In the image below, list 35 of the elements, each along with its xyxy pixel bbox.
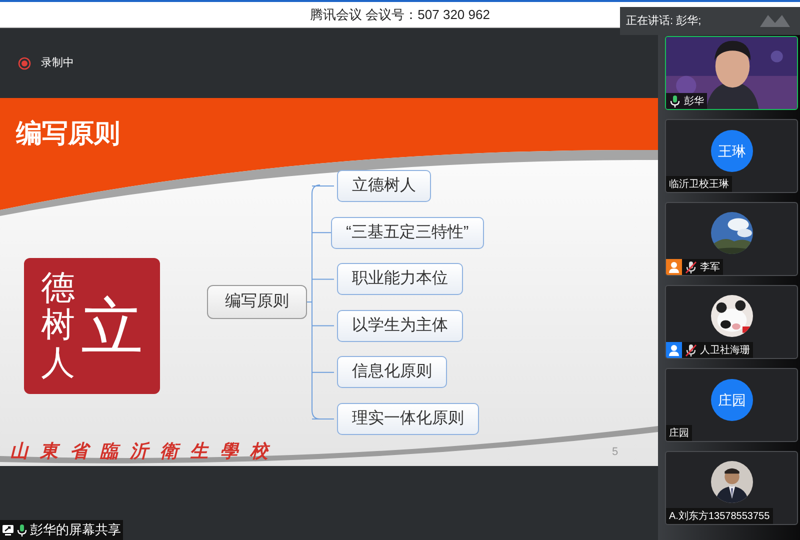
mind-map-root: 编写原则 — [207, 285, 307, 319]
participant-name: 李军 — [700, 260, 720, 274]
page-number: 5 — [612, 445, 618, 460]
participant-name: 临沂卫校王琳 — [669, 178, 729, 192]
participant-name: 人卫社海珊 — [700, 344, 750, 358]
mind-map-node: 理实一体化原则 — [337, 403, 479, 435]
mind-map-node: 立德树人 — [337, 170, 431, 202]
mind-map-node: 以学生为主体 — [337, 310, 463, 342]
avatar-initials: 庄园 — [711, 379, 753, 421]
mind-map-node: 职业能力本位 — [337, 263, 463, 296]
participant-name: 彭华 — [684, 94, 704, 108]
mic-icon — [669, 94, 681, 108]
muted-mic-icon — [685, 344, 697, 356]
share-text: 彭华的屏幕共享 — [30, 521, 121, 540]
speaking-text: 正在讲话: 彭华; — [626, 14, 702, 29]
participant-tile[interactable]: 庄园 庄园 — [665, 368, 798, 442]
muted-mic-icon — [685, 260, 697, 274]
participant-tile[interactable]: 李军 — [665, 202, 798, 276]
recording-status: 录制中 — [41, 56, 74, 71]
recording-icon — [18, 56, 31, 70]
participant-tile[interactable]: 彭华 — [665, 36, 798, 110]
participant-name: A.刘东方13578553755 — [669, 510, 770, 524]
seal-glyph: 立 — [81, 288, 143, 364]
slide-title: 编写原则 — [16, 117, 120, 150]
avatar-initials: 王琳 — [711, 130, 753, 172]
participant-tile[interactable]: 人卫社海珊 — [665, 285, 798, 359]
participant-tile[interactable]: A.刘东方13578553755 — [665, 451, 798, 525]
mic-icon — [16, 524, 28, 536]
meeting-title: 腾讯会议 会议号：507 320 962 — [310, 6, 490, 24]
mind-map-node: 信息化原则 — [337, 356, 447, 388]
seal-column: 德树人 — [41, 270, 75, 382]
participant-tile[interactable]: 王琳 临沂卫校王琳 — [665, 119, 798, 193]
mind-map-node: “三基五定三特性” — [331, 216, 484, 249]
participant-name: 庄园 — [669, 426, 689, 440]
school-name: 山東省臨沂衛生學校 — [10, 440, 280, 464]
